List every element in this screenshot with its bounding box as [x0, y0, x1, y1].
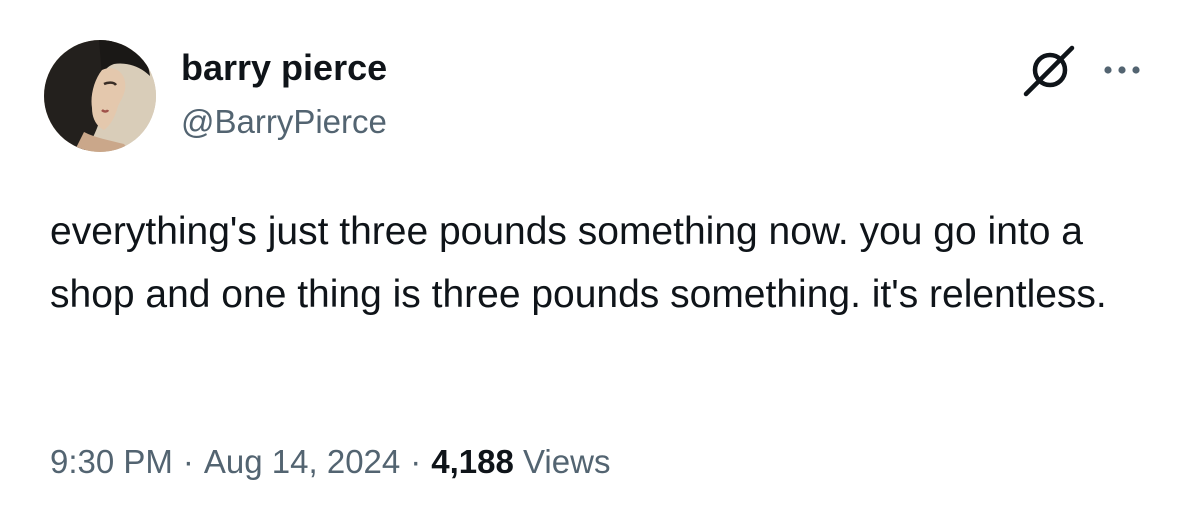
views-label: Views [523, 443, 611, 480]
separator-dot: · [410, 443, 422, 480]
tweet-card: barry pierce @BarryPierce everything's j… [0, 0, 1199, 530]
separator-dot: · [182, 443, 194, 480]
author-display-name[interactable]: barry pierce [181, 48, 387, 88]
tweet-meta: 9:30 PM · Aug 14, 2024 · 4,188 Views [50, 440, 610, 484]
grok-icon[interactable] [1020, 42, 1078, 100]
tweet-time[interactable]: 9:30 PM [50, 443, 173, 480]
author-handle[interactable]: @BarryPierce [181, 102, 387, 142]
tweet-date[interactable]: Aug 14, 2024 [204, 443, 400, 480]
tweet-text: everything's just three pounds something… [50, 210, 1107, 316]
views-count[interactable]: 4,188 [431, 443, 514, 480]
avatar[interactable] [44, 40, 156, 152]
more-options-icon[interactable] [1100, 60, 1148, 80]
avatar-image [44, 40, 156, 152]
